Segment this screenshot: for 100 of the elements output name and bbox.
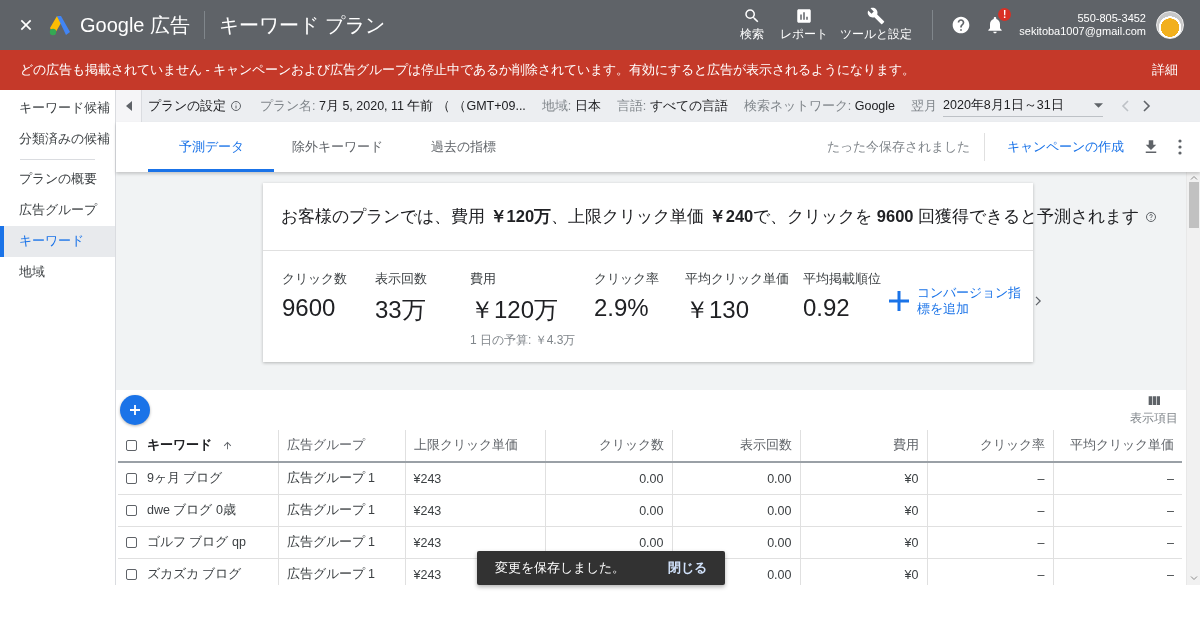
metric-value: ￥120万 <box>470 295 560 325</box>
metric-value: 33万 <box>375 295 427 325</box>
sidebar-item[interactable]: 分類済みの候補 <box>0 124 115 155</box>
table-cell: – <box>1167 471 1174 486</box>
metric-label: 平均掲載順位 <box>803 271 882 288</box>
table-cell: 広告グループ 1 <box>286 567 375 581</box>
toolbar-button[interactable]: 検索 <box>730 7 775 43</box>
table-cell: 0.00 <box>767 535 792 550</box>
column-header[interactable]: クリック数 <box>598 438 664 452</box>
google-ads-logo-icon <box>48 13 72 37</box>
column-header[interactable]: 費用 <box>892 438 919 452</box>
table-cell: 0.00 <box>767 471 792 486</box>
period-label: 翌月 <box>911 97 938 115</box>
triangle-left-icon <box>125 101 132 111</box>
tab[interactable]: 過去の指標 <box>400 122 526 172</box>
metric-label: クリック数 <box>282 271 348 288</box>
table-cell: 0.00 <box>767 503 792 518</box>
chevron-left-icon <box>1120 100 1130 112</box>
column-header[interactable]: 平均クリック単価 <box>1070 438 1174 452</box>
table-cell: 広告グループ 1 <box>286 503 375 517</box>
add-fab-button[interactable] <box>120 395 150 425</box>
wrench-icon <box>867 7 886 25</box>
keyword-cell: 9ヶ月 ブログ <box>147 470 223 487</box>
keyword-cell: ゴルフ ブログ qp <box>147 534 246 551</box>
plan-field: 言語: すべての言語 <box>616 97 728 115</box>
tab[interactable]: 除外キーワード <box>274 122 400 172</box>
keyword-cell: ズカズカ ブログ <box>147 566 242 583</box>
metric-value: 9600 <box>282 294 337 322</box>
close-button[interactable]: 閉じる <box>668 559 707 577</box>
toolbar-button[interactable]: レポート <box>774 7 835 43</box>
metric-label: 平均クリック単価 <box>685 271 790 288</box>
sidebar-item[interactable]: キーワード候補 <box>0 93 115 124</box>
forecast-headline: お客様のプランでは、費用 ￥120万、上限クリック単価 ￥240で、クリックを 9600 回獲得できると予測されます <box>281 205 1140 227</box>
plus-icon <box>887 289 911 313</box>
checkbox[interactable] <box>126 505 137 516</box>
arrow-up-icon <box>222 440 233 451</box>
metric-value: ￥130 <box>685 295 751 325</box>
table-cell: 0.00 <box>639 503 664 518</box>
chevron-right-icon <box>1141 100 1151 112</box>
table-cell: – <box>1037 503 1045 518</box>
product-name: Google 広告 <box>80 12 191 38</box>
scroll-down-icon <box>1189 576 1198 581</box>
table-cell: ¥243 <box>413 535 442 550</box>
notifications-button[interactable]: ! <box>981 11 1010 39</box>
table-cell: ¥0 <box>904 503 919 518</box>
account-phone: 550-805-3452 <box>1077 12 1146 25</box>
details-link[interactable]: 詳細 <box>1152 61 1178 79</box>
more-vert-icon <box>1178 139 1182 155</box>
checkbox[interactable] <box>126 569 137 580</box>
scrollbar-thumb[interactable] <box>1188 182 1199 228</box>
metric-label: 費用 <box>470 271 497 288</box>
keyword-cell: dwe ブログ 0歳 <box>147 502 236 519</box>
collapse-button[interactable] <box>116 90 142 122</box>
chevron-right-icon <box>1035 296 1042 306</box>
column-header[interactable]: 表示回数 <box>739 438 792 452</box>
table-cell: ¥0 <box>904 535 919 550</box>
add-conversion-button[interactable]: コンバージョン指標を追加 <box>887 285 1042 317</box>
table-cell: ¥243 <box>413 567 442 582</box>
save-status: たった今保存されました <box>827 133 985 161</box>
sidebar-item[interactable]: 地域 <box>0 257 115 288</box>
more-button[interactable] <box>1178 139 1182 155</box>
date-range-dropdown[interactable]: 2020年8月1日～31日 <box>943 95 1103 117</box>
checkbox[interactable] <box>126 440 137 451</box>
sidebar-item[interactable]: 広告グループ <box>0 195 115 226</box>
column-header[interactable]: 広告グループ <box>286 438 365 452</box>
table-cell: ¥0 <box>904 567 919 582</box>
table-cell: – <box>1037 567 1045 582</box>
table-cell: ¥243 <box>413 503 442 518</box>
table-cell: 広告グループ 1 <box>286 535 375 549</box>
column-header[interactable]: 上限クリック単価 <box>413 438 518 452</box>
column-header[interactable]: クリック率 <box>979 438 1045 452</box>
close-icon[interactable] <box>18 17 34 33</box>
help-icon <box>951 15 972 35</box>
bar-chart-icon <box>795 7 814 25</box>
page-title: キーワード プラン <box>219 12 385 38</box>
checkbox[interactable] <box>126 537 137 548</box>
table-cell: 0.00 <box>639 535 664 550</box>
table-cell: – <box>1167 503 1174 518</box>
checkbox[interactable] <box>126 473 137 484</box>
toolbar-button[interactable]: ツールと設定 <box>834 7 919 43</box>
table-cell: – <box>1037 471 1045 486</box>
plan-settings-label: プランの設定 <box>148 97 226 115</box>
alert-message: どの広告も掲載されていません - キャンペーンおよび広告グループは停止中であるか削除されています。有効にすると広告が表示されるようになります。 <box>20 61 916 79</box>
create-campaign-link[interactable]: キャンペーンの作成 <box>1007 138 1124 156</box>
metric-label: 表示回数 <box>375 271 428 288</box>
metric-note: 1 日の予算: ￥4.3万 <box>470 332 577 349</box>
column-header[interactable]: キーワード <box>147 437 212 454</box>
sidebar-item[interactable]: プランの概要 <box>0 164 115 195</box>
help-outline-icon <box>1145 210 1158 223</box>
avatar[interactable] <box>1156 11 1184 39</box>
plan-field: 地域: 日本 <box>541 97 601 115</box>
caret-down-icon <box>1093 103 1103 108</box>
metric-value: 2.9% <box>594 294 650 322</box>
table-cell: 0.00 <box>639 471 664 486</box>
scroll-up-icon <box>1189 175 1198 180</box>
table-cell: – <box>1167 535 1174 550</box>
snackbar-message: 変更を保存しました。 <box>495 559 625 577</box>
sidebar-item[interactable]: キーワード <box>0 226 115 257</box>
info-icon <box>230 100 242 112</box>
columns-button[interactable]: 表示項目 <box>1130 393 1178 427</box>
